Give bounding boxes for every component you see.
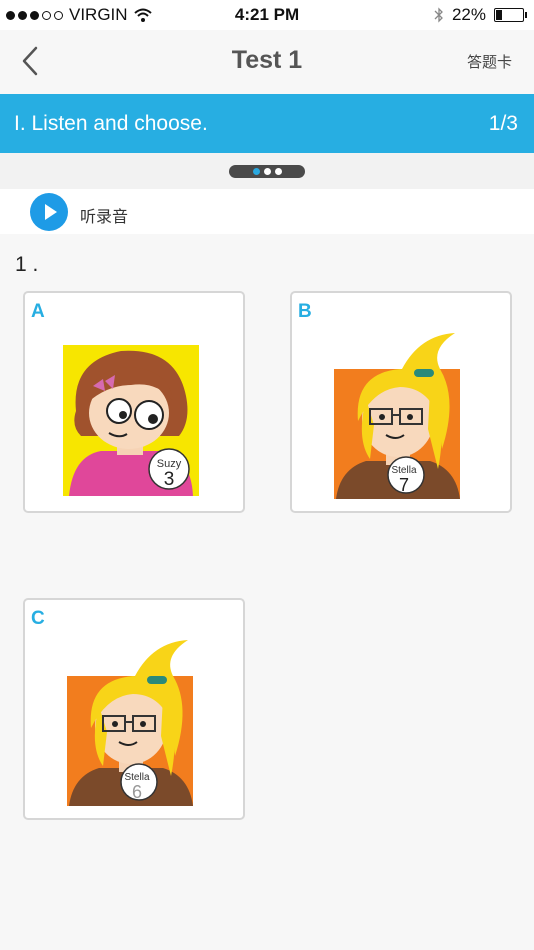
answer-card-button[interactable]: 答题卡 xyxy=(467,51,512,72)
page-dots[interactable] xyxy=(229,165,305,178)
audio-row: 听录音 xyxy=(0,189,534,234)
option-a-card[interactable]: A Suzy 3 xyxy=(23,291,245,513)
option-letter: C xyxy=(31,608,45,629)
section-title: I. Listen and choose. xyxy=(14,112,208,135)
section-progress: 1/3 xyxy=(488,112,518,135)
option-c-card[interactable]: C Stella 6 xyxy=(23,598,245,820)
bluetooth-icon xyxy=(434,7,443,23)
battery-icon xyxy=(494,8,527,22)
status-bar: VIRGIN 4:21 PM 22% xyxy=(0,0,534,30)
name-badge-number: 3 xyxy=(163,469,175,490)
page-title: Test 1 xyxy=(231,46,303,74)
page-indicator xyxy=(0,153,534,189)
battery-fill xyxy=(496,10,503,20)
page-dot-3 xyxy=(274,168,282,175)
audio-label: 听录音 xyxy=(80,209,129,226)
play-audio-button[interactable] xyxy=(30,193,68,231)
page-dot-1 xyxy=(252,168,260,175)
section-header: I. Listen and choose. 1/3 xyxy=(0,94,534,153)
option-b-card[interactable]: B Stella 7 xyxy=(290,291,512,513)
battery-percent: 22% xyxy=(451,5,486,24)
status-right: 22% xyxy=(434,5,527,25)
question-number: 1 . xyxy=(15,253,39,276)
page-dot-2 xyxy=(263,168,271,175)
name-badge-number: 7 xyxy=(398,475,409,495)
navigation-bar: Test 1 答题卡 xyxy=(0,30,534,93)
play-icon xyxy=(45,204,57,220)
option-letter: B xyxy=(298,301,312,322)
option-letter: A xyxy=(31,301,45,322)
name-badge-number: 6 xyxy=(131,782,142,802)
